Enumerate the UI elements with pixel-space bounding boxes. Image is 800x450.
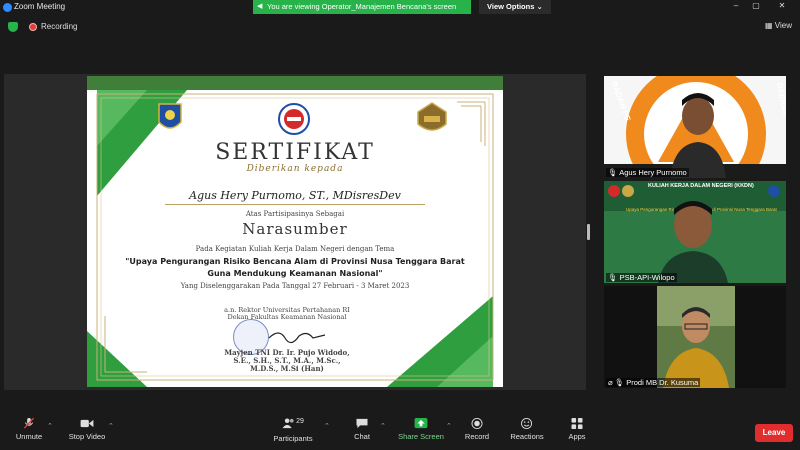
- video-options-chevron-icon[interactable]: ⌃: [108, 422, 114, 430]
- audio-options-chevron-icon[interactable]: ⌃: [47, 422, 53, 430]
- close-button[interactable]: ✕: [775, 1, 789, 13]
- screen-share-icon: ◀: [257, 3, 263, 10]
- app-title: Zoom Meeting: [14, 2, 66, 11]
- maximize-button[interactable]: ▢: [749, 1, 763, 13]
- leave-button[interactable]: Leave: [755, 424, 793, 442]
- participant-name-2: 🎙 PSB-API-Wilopo: [606, 273, 677, 282]
- screen-share-banner-text: You are viewing Operator_Manajemen Benca…: [267, 2, 457, 11]
- chat-button[interactable]: Chat: [350, 418, 374, 441]
- grid-icon: ▦: [765, 21, 775, 30]
- view-options-button[interactable]: View Options ⌄: [479, 0, 551, 14]
- theme-line-1: "Upaya Pengurangan Risiko Bencana Alam d…: [125, 257, 465, 266]
- share-screen-icon: [414, 418, 428, 429]
- encryption-shield-icon[interactable]: [8, 22, 18, 32]
- apps-icon: [571, 418, 583, 429]
- panel-resize-handle[interactable]: [587, 224, 590, 240]
- unmute-button[interactable]: Unmute: [12, 418, 46, 441]
- participants-count: 29: [296, 418, 304, 425]
- screen-share-banner: ◀ You are viewing Operator_Manajemen Ben…: [253, 0, 471, 14]
- signer-name-line-3: M.D.S., M.Si (Han): [250, 364, 324, 373]
- video-off-icon: ⌀: [608, 378, 613, 387]
- recording-indicator-icon: [29, 23, 37, 31]
- participant-tile-2[interactable]: KULIAH KERJA DALAM NEGERI (KKDN) Upaya P…: [604, 181, 786, 283]
- certificate-title: SERTIFIKAT: [215, 140, 375, 165]
- activity-text: Pada Kegiatan Kuliah Kerja Dalam Negeri …: [195, 245, 395, 253]
- certificate-subtitle: Diberikan kepada: [246, 164, 344, 174]
- chat-icon: [356, 418, 368, 429]
- participant-name-1: 🎙 Agus Hery Purnomo: [606, 168, 689, 177]
- theme-text: "Upaya Pengurangan Risiko Bencana Alam d…: [87, 256, 503, 280]
- zoom-logo-icon: [3, 3, 12, 12]
- participant-video-2: [658, 201, 728, 283]
- signature-icon: [268, 332, 326, 344]
- participant-video-1: [670, 93, 726, 178]
- view-label: View: [774, 21, 792, 30]
- participation-text: Atas Partisipasinya Sebagai: [245, 210, 345, 218]
- apps-button[interactable]: Apps: [566, 418, 588, 441]
- participant-video-3: [657, 286, 735, 388]
- date-text: Yang Diselenggarakan Pada Tanggal 27 Feb…: [180, 282, 410, 290]
- theme-line-2: Guna Mendukung Keamanan Nasional": [207, 269, 383, 278]
- video-camera-icon: [80, 419, 94, 428]
- chat-options-chevron-icon[interactable]: ⌃: [380, 422, 386, 430]
- muted-mic-icon: 🎙: [608, 168, 618, 177]
- participant-tile-3[interactable]: ⌀ 🎙 Prodi MB Dr. Kusuma: [604, 286, 786, 388]
- recipient-name: Agus Hery Purnomo, ST., MDisresDev: [189, 189, 401, 202]
- share-options-chevron-icon[interactable]: ⌃: [446, 422, 452, 430]
- certificate: SERTIFIKAT Diberikan kepada Agus Hery Pu…: [87, 76, 503, 387]
- record-icon: [471, 418, 483, 429]
- military-emblem-icon: [417, 102, 447, 131]
- signer-office-line-2: Dekan Fakultas Keamanan Nasional: [227, 313, 347, 321]
- stop-video-button[interactable]: Stop Video: [66, 418, 108, 441]
- muted-mic-icon: 🎙: [608, 273, 618, 282]
- participants-button[interactable]: 29 Participants: [272, 418, 314, 443]
- recording-label[interactable]: Recording: [41, 22, 77, 31]
- minimize-button[interactable]: –: [729, 1, 743, 13]
- muted-mic-icon: [23, 418, 35, 429]
- participants-icon: [282, 418, 294, 429]
- participant-name-3: ⌀ 🎙 Prodi MB Dr. Kusuma: [606, 378, 701, 387]
- reactions-button[interactable]: Reactions: [510, 418, 544, 441]
- participants-options-chevron-icon[interactable]: ⌃: [324, 422, 330, 430]
- muted-mic-icon: 🎙: [614, 378, 625, 387]
- ntb-province-emblem-icon: [158, 103, 182, 129]
- participant-tile-1[interactable]: BADAN PE DAERAH 🎙 Agus Hery Purnomo: [604, 76, 786, 178]
- record-button[interactable]: Record: [464, 418, 490, 441]
- name-underline: [165, 204, 425, 205]
- share-screen-button[interactable]: Share Screen: [397, 418, 445, 441]
- reactions-smiley-icon: [521, 418, 533, 429]
- role-text: Narasumber: [242, 220, 348, 238]
- view-button[interactable]: ▦ View: [765, 21, 792, 30]
- unhan-emblem-icon: [278, 103, 310, 135]
